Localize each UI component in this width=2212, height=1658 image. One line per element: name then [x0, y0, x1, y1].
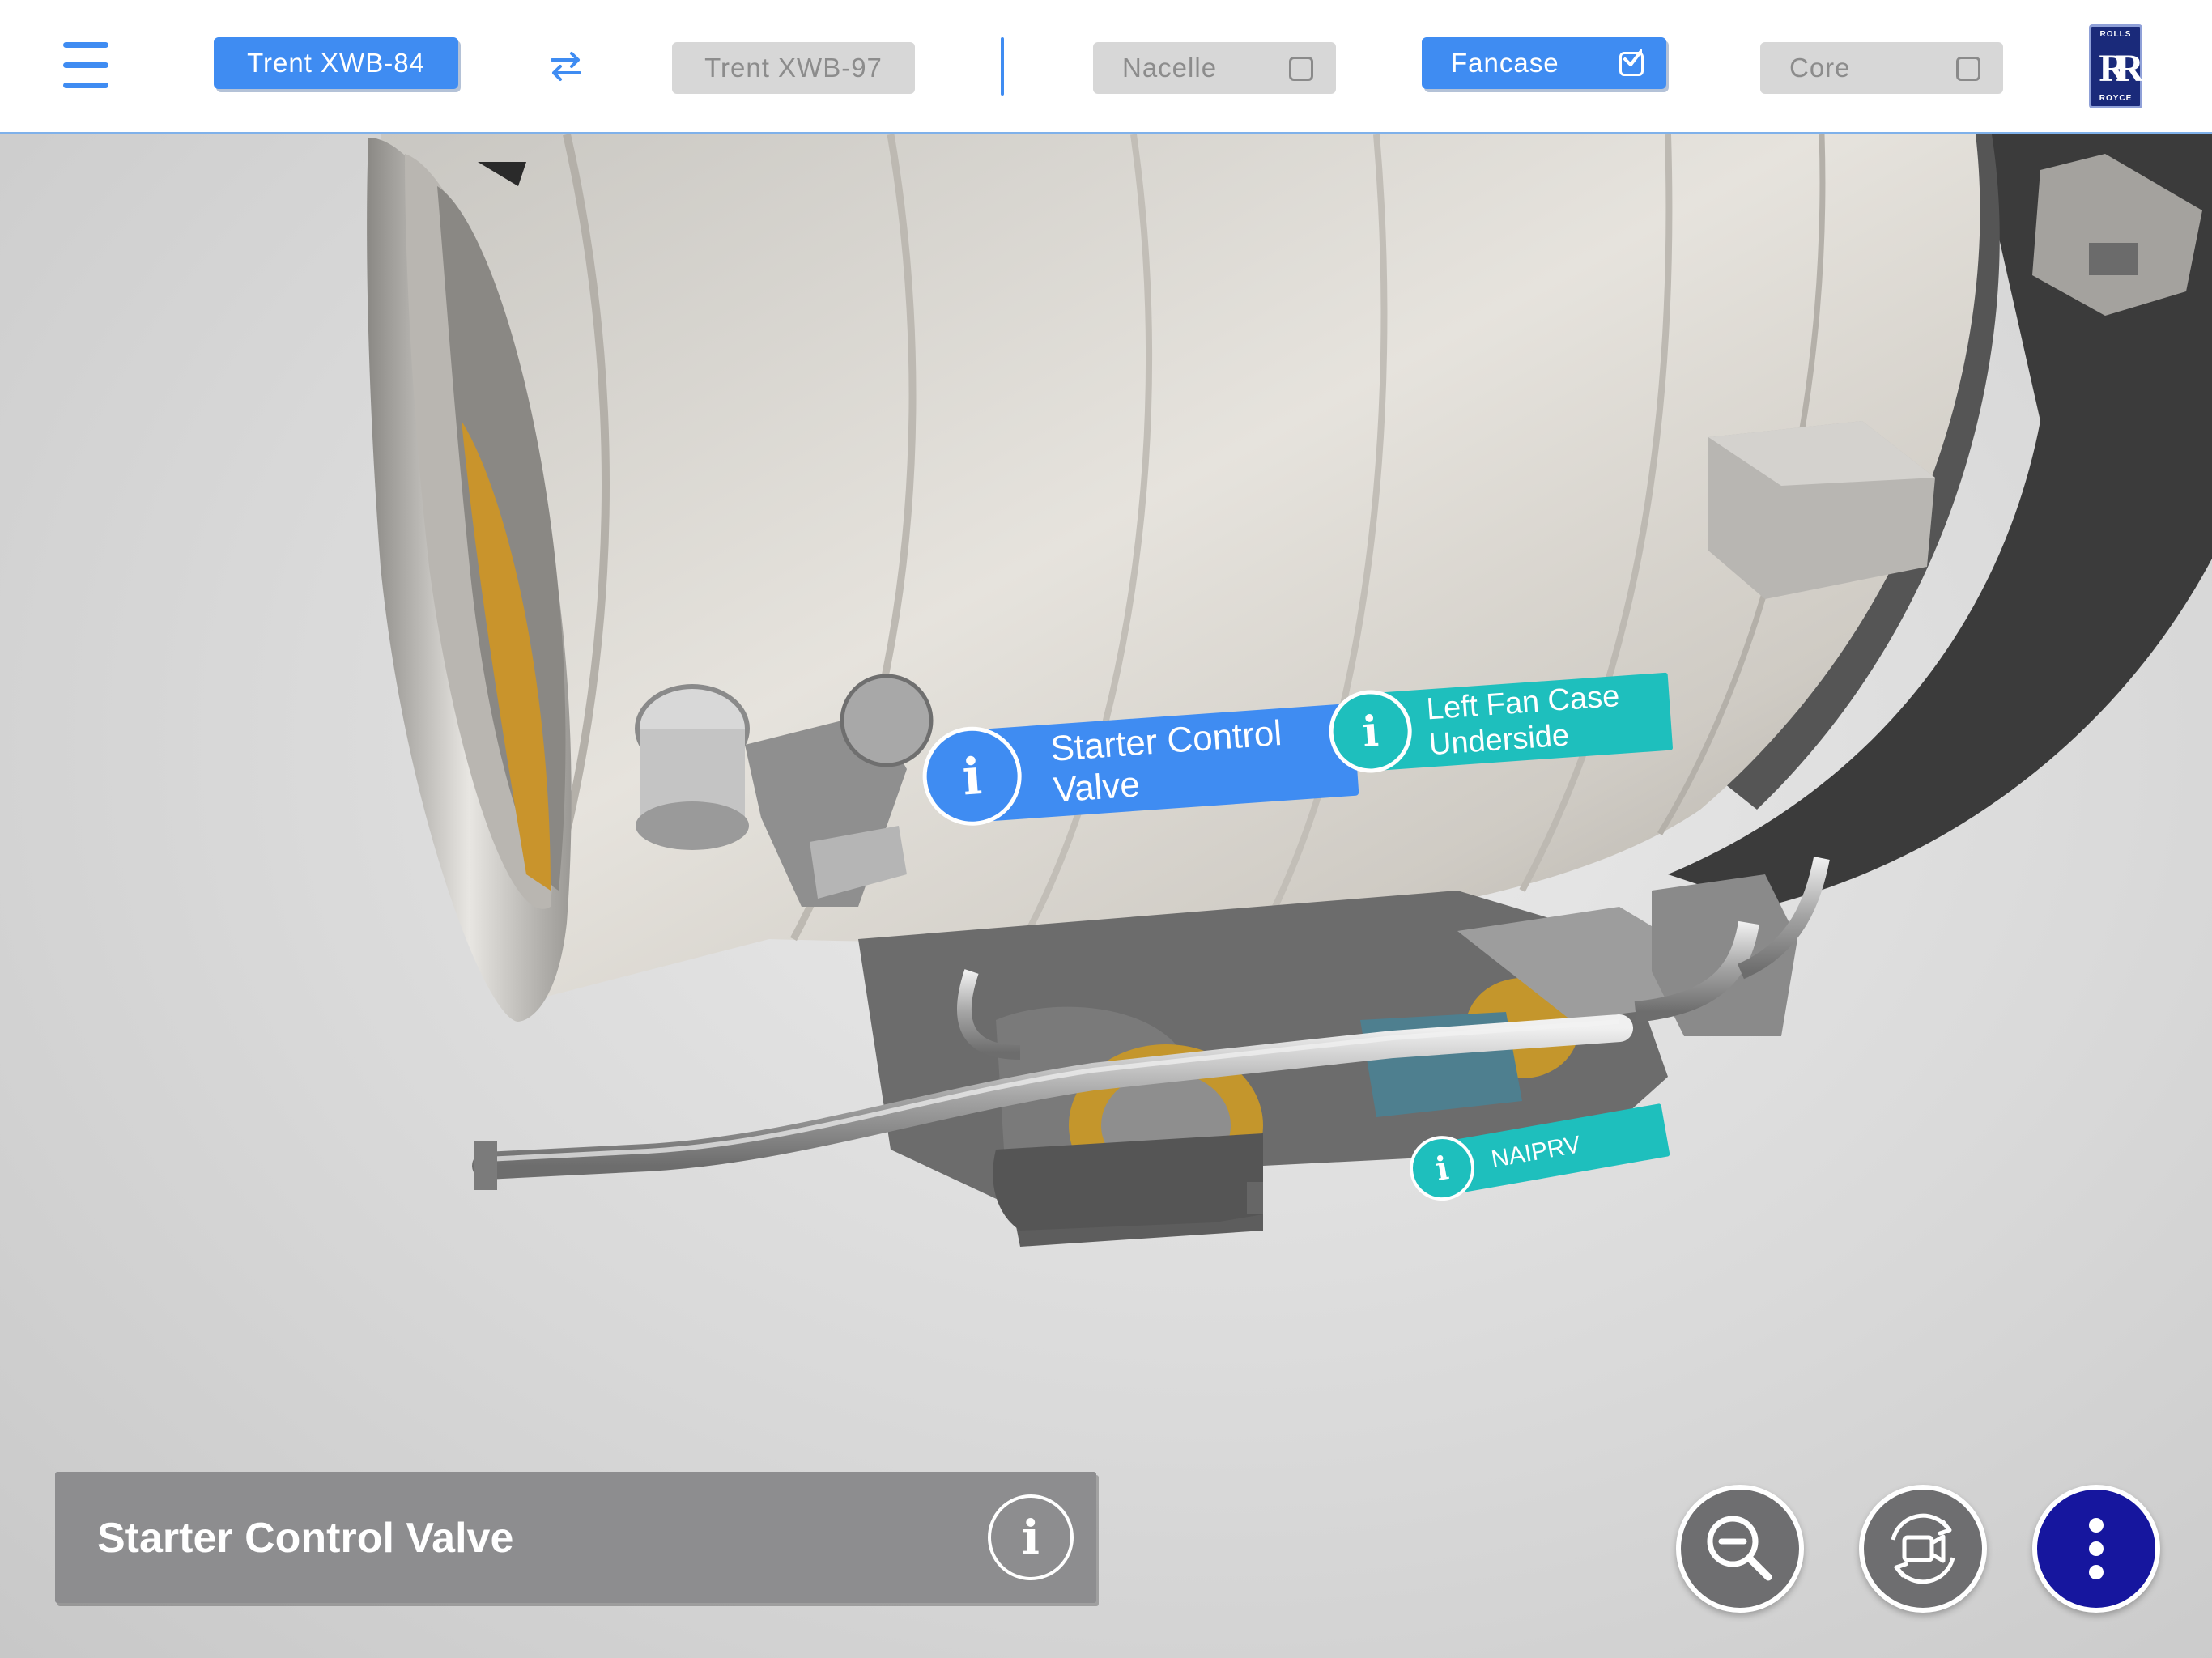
camera-rotate-button[interactable] — [1859, 1485, 1987, 1613]
more-options-button[interactable] — [2032, 1485, 2160, 1613]
part-info-button[interactable]: i — [988, 1494, 1074, 1580]
selected-part-title: Starter Control Valve — [97, 1515, 514, 1562]
engine-3d-viewport[interactable]: Starter Control Valve i Left Fan Case Un… — [0, 134, 2212, 1658]
engine-a-label: Trent XWB-84 — [247, 48, 425, 78]
engine-trent-xwb-97-button[interactable]: Trent XWB-97 — [672, 42, 915, 94]
logo-bottom-text: ROYCE — [2099, 94, 2133, 103]
selected-part-panel: Starter Control Valve i — [55, 1472, 1096, 1603]
zoom-out-button[interactable] — [1676, 1485, 1804, 1613]
camera-rotate-icon — [1891, 1513, 1955, 1584]
filter-core-toggle[interactable]: Core — [1760, 42, 2003, 94]
filter-fancase-toggle[interactable]: Fancase — [1422, 37, 1666, 89]
rolls-royce-logo: ROLLS RR ROYCE — [2089, 24, 2144, 108]
engine-trent-xwb-84-button[interactable]: Trent XWB-84 — [214, 37, 458, 89]
divider — [1001, 37, 1004, 96]
unchecked-box-icon — [1956, 57, 1980, 81]
top-bar: Trent XWB-84 Trent XWB-97 Nacelle Fancas… — [0, 0, 2212, 134]
filter-nacelle-toggle[interactable]: Nacelle — [1093, 42, 1336, 94]
unchecked-box-icon — [1289, 57, 1313, 81]
more-vertical-icon — [2089, 1518, 2104, 1579]
engine-b-label: Trent XWB-97 — [704, 53, 883, 83]
swap-arrows-icon[interactable] — [549, 50, 583, 83]
hamburger-menu-icon[interactable] — [63, 40, 108, 89]
engine-model-render[interactable] — [0, 134, 2212, 1658]
zoom-out-icon — [1707, 1516, 1772, 1581]
checked-box-icon — [1619, 49, 1644, 76]
logo-monogram: RR — [2099, 47, 2143, 90]
logo-top-text: ROLLS — [2099, 30, 2132, 39]
